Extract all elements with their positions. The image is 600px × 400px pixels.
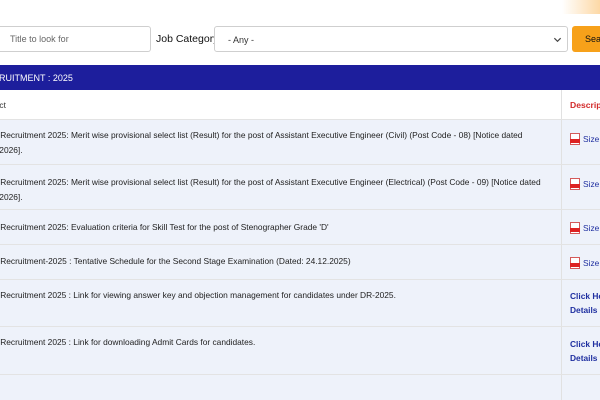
job-category-label: Job Category — [156, 33, 219, 45]
row-description: Size — [570, 178, 600, 190]
table-row: Direct Recruitment 2025: Evaluation crit… — [0, 210, 600, 245]
details-link[interactable]: Details — [570, 303, 600, 317]
click-here-link[interactable]: Click Here — [570, 337, 600, 351]
row-description: Size — [570, 222, 600, 234]
pdf-file-icon — [570, 133, 580, 145]
row-subject: Direct Recruitment 2025: Evaluation crit… — [0, 222, 329, 232]
pdf-file-icon — [570, 257, 580, 269]
click-here-link[interactable]: Click Here — [570, 289, 600, 303]
job-category-value: - Any - — [228, 35, 255, 45]
table-row-partial — [0, 375, 600, 400]
row-subject: Direct Recruitment 2025 : Link for downl… — [0, 337, 256, 347]
row-description: Size — [570, 257, 600, 269]
section-header: RECRUITMENT : 2025 — [0, 65, 600, 90]
section-title: RECRUITMENT : 2025 — [0, 73, 73, 83]
header-subject: Subject — [0, 100, 6, 110]
row-subject: Direct Recruitment-2025 : Tentative Sche… — [0, 256, 351, 266]
search-button-label: Search — [585, 34, 600, 44]
table-row: Direct Recruitment 2025: Merit wise prov… — [0, 165, 600, 210]
header-accent — [562, 0, 600, 14]
chevron-down-icon — [553, 37, 562, 43]
table-row: Direct Recruitment 2025 : Link for viewi… — [0, 280, 600, 327]
job-category-select[interactable]: - Any - — [214, 26, 568, 52]
file-size-link[interactable]: Size — [583, 223, 599, 233]
file-size-link[interactable]: Size — [583, 179, 599, 189]
row-description: Click Here Details — [570, 289, 600, 317]
table-row: Direct Recruitment 2025 : Link for downl… — [0, 327, 600, 375]
header-description: Description — [570, 100, 600, 110]
pdf-file-icon — [570, 222, 580, 234]
file-size-link[interactable]: Size — [583, 134, 599, 144]
table-header-row: Subject Description — [0, 90, 600, 120]
table-row: Direct Recruitment 2025: Merit wise prov… — [0, 120, 600, 165]
filter-bar: Job Category - Any - Search — [0, 0, 600, 64]
details-link[interactable]: Details — [570, 351, 600, 365]
row-subject: Direct Recruitment 2025 : Link for viewi… — [0, 290, 396, 300]
table-row: Direct Recruitment-2025 : Tentative Sche… — [0, 245, 600, 280]
search-button[interactable]: Search — [572, 26, 600, 52]
row-subject: Direct Recruitment 2025: Merit wise prov… — [0, 177, 541, 202]
row-description: Click Here Details — [570, 337, 600, 365]
row-subject: Direct Recruitment 2025: Merit wise prov… — [0, 130, 523, 155]
row-description: Size — [570, 133, 600, 145]
pdf-file-icon — [570, 178, 580, 190]
file-size-link[interactable]: Size — [583, 258, 599, 268]
title-search-input[interactable] — [0, 26, 151, 52]
